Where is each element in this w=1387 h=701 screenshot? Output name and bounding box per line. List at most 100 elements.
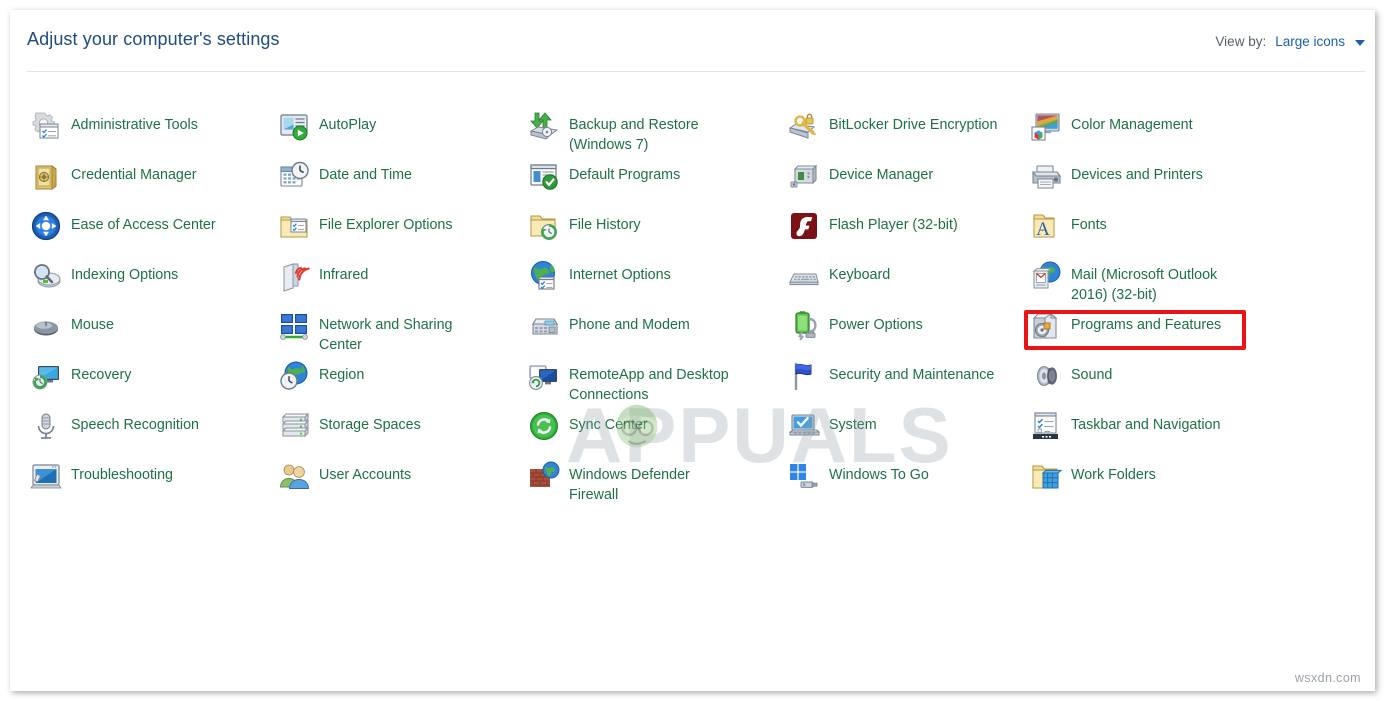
sync-center-icon <box>528 410 560 442</box>
cp-item-power-options[interactable]: Power Options <box>788 310 923 342</box>
windows-defender-firewall-icon <box>528 460 560 492</box>
cp-item-label: Credential Manager <box>71 160 197 185</box>
work-folders-icon <box>1030 460 1062 492</box>
region-icon <box>278 360 310 392</box>
cp-item-recovery[interactable]: Recovery <box>30 360 131 392</box>
cp-item-file-explorer-options[interactable]: File Explorer Options <box>278 210 453 242</box>
internet-options-icon <box>528 260 560 292</box>
cp-item-security-and-maintenance[interactable]: Security and Maintenance <box>788 360 994 392</box>
cp-item-fonts[interactable]: AFonts <box>1030 210 1107 242</box>
devices-and-printers-icon <box>1030 160 1062 192</box>
cp-item-region[interactable]: Region <box>278 360 364 392</box>
cp-item-infrared[interactable]: Infrared <box>278 260 368 292</box>
bitlocker-drive-encryption-icon <box>788 110 820 142</box>
cp-item-label: Windows To Go <box>829 460 929 485</box>
cp-item-date-and-time[interactable]: Date and Time <box>278 160 412 192</box>
cp-item-label: Administrative Tools <box>71 110 198 135</box>
color-management-icon <box>1030 110 1062 142</box>
cp-item-label: Programs and Features <box>1071 310 1221 335</box>
backup-and-restore-icon <box>528 110 560 142</box>
user-accounts-icon <box>278 460 310 492</box>
cp-item-label: System <box>829 410 877 435</box>
cp-item-autoplay[interactable]: AutoPlay <box>278 110 376 142</box>
speech-recognition-icon <box>30 410 62 442</box>
control-panel-screenshot: Adjust your computer's settings View by:… <box>0 0 1387 701</box>
storage-spaces-icon <box>278 410 310 442</box>
view-by-control[interactable]: View by: Large icons <box>1215 34 1365 49</box>
cp-item-label: BitLocker Drive Encryption <box>829 110 997 135</box>
troubleshooting-icon <box>30 460 62 492</box>
cp-item-ease-of-access-center[interactable]: Ease of Access Center <box>30 210 216 242</box>
cp-item-user-accounts[interactable]: User Accounts <box>278 460 411 492</box>
recovery-icon <box>30 360 62 392</box>
cp-item-windows-defender-firewall[interactable]: Windows Defender Firewall <box>528 460 690 505</box>
cp-item-bitlocker-drive-encryption[interactable]: BitLocker Drive Encryption <box>788 110 997 142</box>
cp-item-label: Color Management <box>1071 110 1193 135</box>
chevron-down-icon[interactable] <box>1355 40 1365 46</box>
cp-item-color-management[interactable]: Color Management <box>1030 110 1193 142</box>
cp-item-label: Network and Sharing Center <box>319 310 453 355</box>
cp-item-phone-and-modem[interactable]: Phone and Modem <box>528 310 690 342</box>
cp-item-label: Troubleshooting <box>71 460 173 485</box>
cp-item-speech-recognition[interactable]: Speech Recognition <box>30 410 199 442</box>
cp-item-work-folders[interactable]: Work Folders <box>1030 460 1156 492</box>
cp-item-sound[interactable]: Sound <box>1030 360 1112 392</box>
cp-item-programs-and-features[interactable]: Programs and Features <box>1030 310 1221 342</box>
cp-item-flash-player-32-bit[interactable]: Flash Player (32-bit) <box>788 210 958 242</box>
cp-item-label: AutoPlay <box>319 110 376 135</box>
ease-of-access-center-icon <box>30 210 62 242</box>
cp-item-label: Indexing Options <box>71 260 178 285</box>
system-icon <box>788 410 820 442</box>
cp-item-keyboard[interactable]: Keyboard <box>788 260 890 292</box>
cp-item-label: Speech Recognition <box>71 410 199 435</box>
cp-item-label: Mail (Microsoft Outlook 2016) (32-bit) <box>1071 260 1217 305</box>
file-history-icon <box>528 210 560 242</box>
cp-item-internet-options[interactable]: Internet Options <box>528 260 671 292</box>
cp-item-label: Phone and Modem <box>569 310 690 335</box>
cp-item-device-manager[interactable]: Device Manager <box>788 160 933 192</box>
cp-item-storage-spaces[interactable]: Storage Spaces <box>278 410 421 442</box>
cp-item-label: Device Manager <box>829 160 933 185</box>
cp-item-troubleshooting[interactable]: Troubleshooting <box>30 460 173 492</box>
cp-item-label: Ease of Access Center <box>71 210 216 235</box>
cp-item-windows-to-go[interactable]: Windows To Go <box>788 460 929 492</box>
cp-item-devices-and-printers[interactable]: Devices and Printers <box>1030 160 1203 192</box>
sound-icon <box>1030 360 1062 392</box>
credential-manager-icon <box>30 160 62 192</box>
phone-and-modem-icon <box>528 310 560 342</box>
cp-item-administrative-tools[interactable]: Administrative Tools <box>30 110 198 142</box>
cp-item-label: Devices and Printers <box>1071 160 1203 185</box>
cp-item-credential-manager[interactable]: Credential Manager <box>30 160 197 192</box>
view-by-value[interactable]: Large icons <box>1275 34 1345 49</box>
mail-icon <box>1030 260 1062 292</box>
keyboard-icon <box>788 260 820 292</box>
cp-item-mouse[interactable]: Mouse <box>30 310 114 342</box>
cp-item-sync-center[interactable]: Sync Center <box>528 410 648 442</box>
cp-item-mail-microsoft-outlook-2016-32-bit[interactable]: Mail (Microsoft Outlook 2016) (32-bit) <box>1030 260 1217 305</box>
cp-item-file-history[interactable]: File History <box>528 210 641 242</box>
control-panel-window: Adjust your computer's settings View by:… <box>10 10 1375 691</box>
cp-item-remoteapp-and-desktop-connections[interactable]: RemoteApp and Desktop Connections <box>528 360 729 405</box>
cp-item-label: Flash Player (32-bit) <box>829 210 958 235</box>
flash-player-icon <box>788 210 820 242</box>
date-and-time-icon <box>278 160 310 192</box>
cp-item-label: Infrared <box>319 260 368 285</box>
cp-item-default-programs[interactable]: Default Programs <box>528 160 680 192</box>
cp-item-indexing-options[interactable]: Indexing Options <box>30 260 178 292</box>
cp-item-label: Security and Maintenance <box>829 360 994 385</box>
cp-item-backup-and-restore-windows-7[interactable]: Backup and Restore (Windows 7) <box>528 110 699 155</box>
cp-item-label: Storage Spaces <box>319 410 421 435</box>
mouse-icon <box>30 310 62 342</box>
cp-item-label: Internet Options <box>569 260 671 285</box>
svg-text:A: A <box>1036 219 1050 240</box>
default-programs-icon <box>528 160 560 192</box>
view-by-label: View by: <box>1215 34 1266 49</box>
cp-item-system[interactable]: System <box>788 410 877 442</box>
fonts-icon: A <box>1030 210 1062 242</box>
device-manager-icon <box>788 160 820 192</box>
cp-item-label: Sound <box>1071 360 1112 385</box>
cp-item-network-and-sharing-center[interactable]: Network and Sharing Center <box>278 310 453 355</box>
power-options-icon <box>788 310 820 342</box>
cp-item-taskbar-and-navigation[interactable]: Taskbar and Navigation <box>1030 410 1220 442</box>
autoplay-icon <box>278 110 310 142</box>
